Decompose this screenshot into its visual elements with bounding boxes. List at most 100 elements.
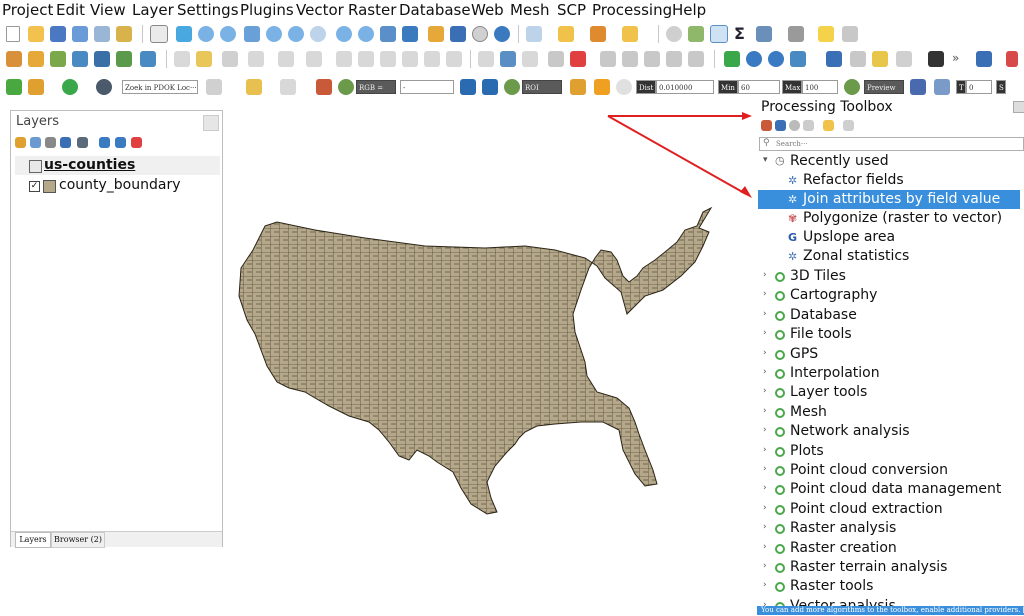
label-tool-icon[interactable] (522, 51, 538, 67)
open-project-icon[interactable] (28, 26, 44, 42)
snapping-icon[interactable] (548, 51, 564, 67)
processing-toolbox-icon[interactable] (710, 25, 728, 43)
field-calculator-icon[interactable] (756, 26, 772, 42)
pencil-icon[interactable] (196, 51, 212, 67)
results-viewer-icon[interactable] (803, 120, 814, 131)
identify-features-icon[interactable] (526, 26, 542, 42)
advanced-digitize-icon[interactable] (600, 51, 616, 67)
binoculars-icon[interactable] (928, 51, 944, 67)
roi-redo-icon[interactable] (616, 79, 632, 95)
tree-provider[interactable]: › Raster terrain analysis (753, 558, 1024, 577)
copy-features-icon[interactable] (380, 51, 396, 67)
tree-item-refactor-fields[interactable]: ✲ Refactor fields (753, 171, 1024, 190)
bookmark-icon[interactable] (428, 26, 444, 42)
menu-processing[interactable]: Processing (592, 0, 672, 20)
tree-provider[interactable]: › Cartography (753, 286, 1024, 305)
toolbox-search-input[interactable]: ⚲ Search··· (759, 137, 1024, 151)
menu-vector[interactable]: Vector (296, 0, 344, 20)
t-input[interactable]: 0 (966, 80, 992, 94)
new-project-icon[interactable] (6, 26, 20, 42)
tree-provider[interactable]: › Point cloud extraction (753, 500, 1024, 519)
collapse-all-icon[interactable] (115, 137, 126, 148)
measure-line-icon[interactable] (788, 26, 804, 42)
tree-item-upslope-area[interactable]: G Upslope area (753, 228, 1024, 247)
select-features-icon[interactable] (558, 26, 574, 42)
add-vector-layer-icon[interactable] (28, 51, 44, 67)
menu-mesh[interactable]: Mesh (510, 0, 550, 20)
min-input[interactable]: 60 (738, 80, 780, 94)
scp-band-set-icon[interactable] (316, 79, 332, 95)
python-console-icon[interactable] (826, 51, 842, 67)
add-feature-icon[interactable] (248, 51, 264, 67)
rgb-switch-icon[interactable] (460, 79, 476, 95)
map-tips-icon[interactable] (818, 26, 834, 42)
edit-features-icon[interactable] (823, 120, 834, 131)
pan-to-selection-icon[interactable] (176, 26, 192, 42)
quick-map-icon[interactable] (28, 79, 44, 95)
tree-provider[interactable]: › 3D Tiles (753, 267, 1024, 286)
new-geopackage-icon[interactable] (116, 51, 132, 67)
menu-plugins[interactable]: Plugins (240, 0, 294, 20)
statistics-sigma-icon[interactable]: Σ (734, 24, 750, 43)
toolbox-status-tip[interactable]: You can add more algorithms to the toolb… (757, 606, 1024, 615)
tree-provider[interactable]: › Raster analysis (753, 519, 1024, 538)
georeferencer-icon[interactable] (746, 51, 762, 67)
roi-create-icon[interactable] (570, 79, 586, 95)
crosshair-icon[interactable] (1006, 51, 1018, 67)
data-source-manager-icon[interactable] (6, 51, 22, 67)
locate-icon[interactable] (6, 79, 22, 95)
modify-attributes-icon[interactable] (306, 51, 322, 67)
new-3d-map-icon[interactable] (402, 26, 418, 42)
tree-provider[interactable]: › Raster tools (753, 577, 1024, 596)
add-ring-icon[interactable] (666, 51, 682, 67)
show-bookmarks-icon[interactable] (450, 26, 466, 42)
pdok-locator-input[interactable]: Zoek in PDOK Loc··· (122, 80, 198, 94)
save-edits-icon[interactable] (222, 51, 238, 67)
tree-provider[interactable]: › Point cloud data management (753, 480, 1024, 499)
preview-remove-icon[interactable] (934, 79, 950, 95)
layout-manager-icon[interactable] (94, 26, 110, 42)
preview-redo-icon[interactable] (910, 79, 926, 95)
tree-provider[interactable]: › Layer tools (753, 383, 1024, 402)
filter-legend-icon[interactable] (60, 137, 71, 148)
offset-curve-icon[interactable] (688, 51, 704, 67)
roi-tool-icon[interactable] (504, 79, 520, 95)
deselect-features-icon[interactable] (590, 26, 606, 42)
new-shapefile-icon[interactable] (94, 51, 110, 67)
toggle-editing-icon[interactable] (174, 51, 190, 67)
tree-recently-used[interactable]: ▾ ◷ Recently used (753, 152, 1024, 171)
style-panel-icon[interactable] (15, 137, 26, 148)
plugin-icon[interactable] (872, 51, 888, 67)
tree-provider[interactable]: › Interpolation (753, 364, 1024, 383)
menu-project[interactable]: Project (2, 0, 53, 20)
attribute-table-icon[interactable] (688, 26, 704, 42)
cut-features-icon[interactable] (358, 51, 374, 67)
preview-tool-icon[interactable] (844, 79, 860, 95)
tree-item-polygonize[interactable]: ✾ Polygonize (raster to vector) (753, 209, 1024, 228)
label-icon[interactable] (500, 51, 516, 67)
redo-icon[interactable] (446, 51, 462, 67)
delete-selected-icon[interactable] (336, 51, 352, 67)
tree-item-join-attributes[interactable]: ✲ Join attributes by field value (758, 190, 1020, 209)
tree-provider[interactable]: › File tools (753, 325, 1024, 344)
menu-web[interactable]: Web (471, 0, 504, 20)
scp-rgb-icon[interactable] (338, 79, 354, 95)
delete-part-icon[interactable] (570, 51, 586, 67)
new-print-layout-icon[interactable] (72, 26, 88, 42)
new-scratch-layer-icon[interactable] (140, 51, 156, 67)
tab-layers[interactable]: Layers (15, 532, 51, 548)
panel-float-icon[interactable] (1013, 101, 1024, 113)
scripts-icon[interactable] (775, 120, 786, 131)
identify-icon[interactable] (666, 26, 682, 42)
tree-provider[interactable]: › GPS (753, 345, 1024, 364)
annotation-icon[interactable] (842, 26, 858, 42)
tab-browser[interactable]: Browser (2) (51, 532, 105, 548)
rgb-select[interactable]: - (400, 80, 454, 94)
help-icon[interactable] (976, 51, 992, 67)
tree-provider[interactable]: › Mesh (753, 403, 1024, 422)
menu-layer[interactable]: Layer (132, 0, 174, 20)
options-icon[interactable] (843, 120, 854, 131)
panel-float-icon[interactable] (203, 115, 219, 131)
tree-provider[interactable]: › Plots (753, 442, 1024, 461)
expand-all-icon[interactable] (99, 137, 110, 148)
